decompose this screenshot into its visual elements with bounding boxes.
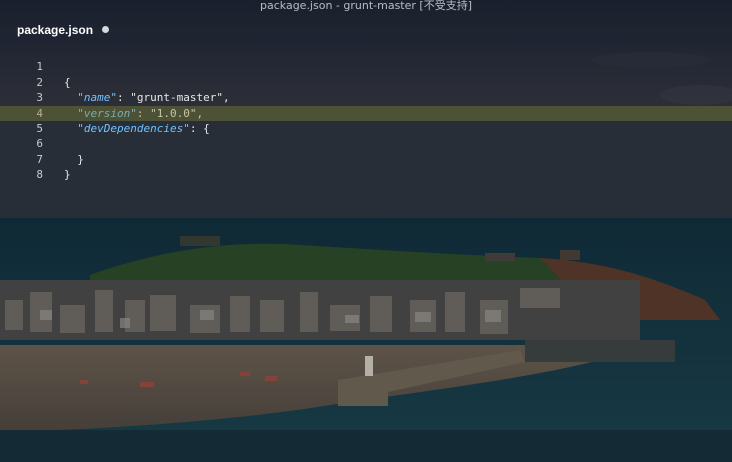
code-line: 1 { <box>0 44 732 88</box>
current-line-highlight[interactable]: 5 <box>0 105 732 135</box>
code-text: } <box>64 168 71 182</box>
code-line: 7 } <box>0 136 732 181</box>
tab-label: package.json <box>17 23 94 37</box>
line-number: 8 <box>36 168 43 182</box>
tab-package-json[interactable]: package.json <box>17 22 110 38</box>
code-editor[interactable]: 1 { 2 "name": "grunt-master", 3 "version… <box>0 44 732 181</box>
dirty-dot-icon[interactable] <box>102 26 110 34</box>
code-line: 4 "devDependencies": { <box>0 90 732 135</box>
code-line: 6 } <box>0 121 732 165</box>
code-line: 2 "name": "grunt-master", <box>0 59 732 104</box>
window-title: package.json - grunt-master [不受支持] <box>260 0 472 12</box>
code-line: 3 "version": "1.0.0", <box>0 75 732 119</box>
code-line: 8 <box>0 152 732 181</box>
